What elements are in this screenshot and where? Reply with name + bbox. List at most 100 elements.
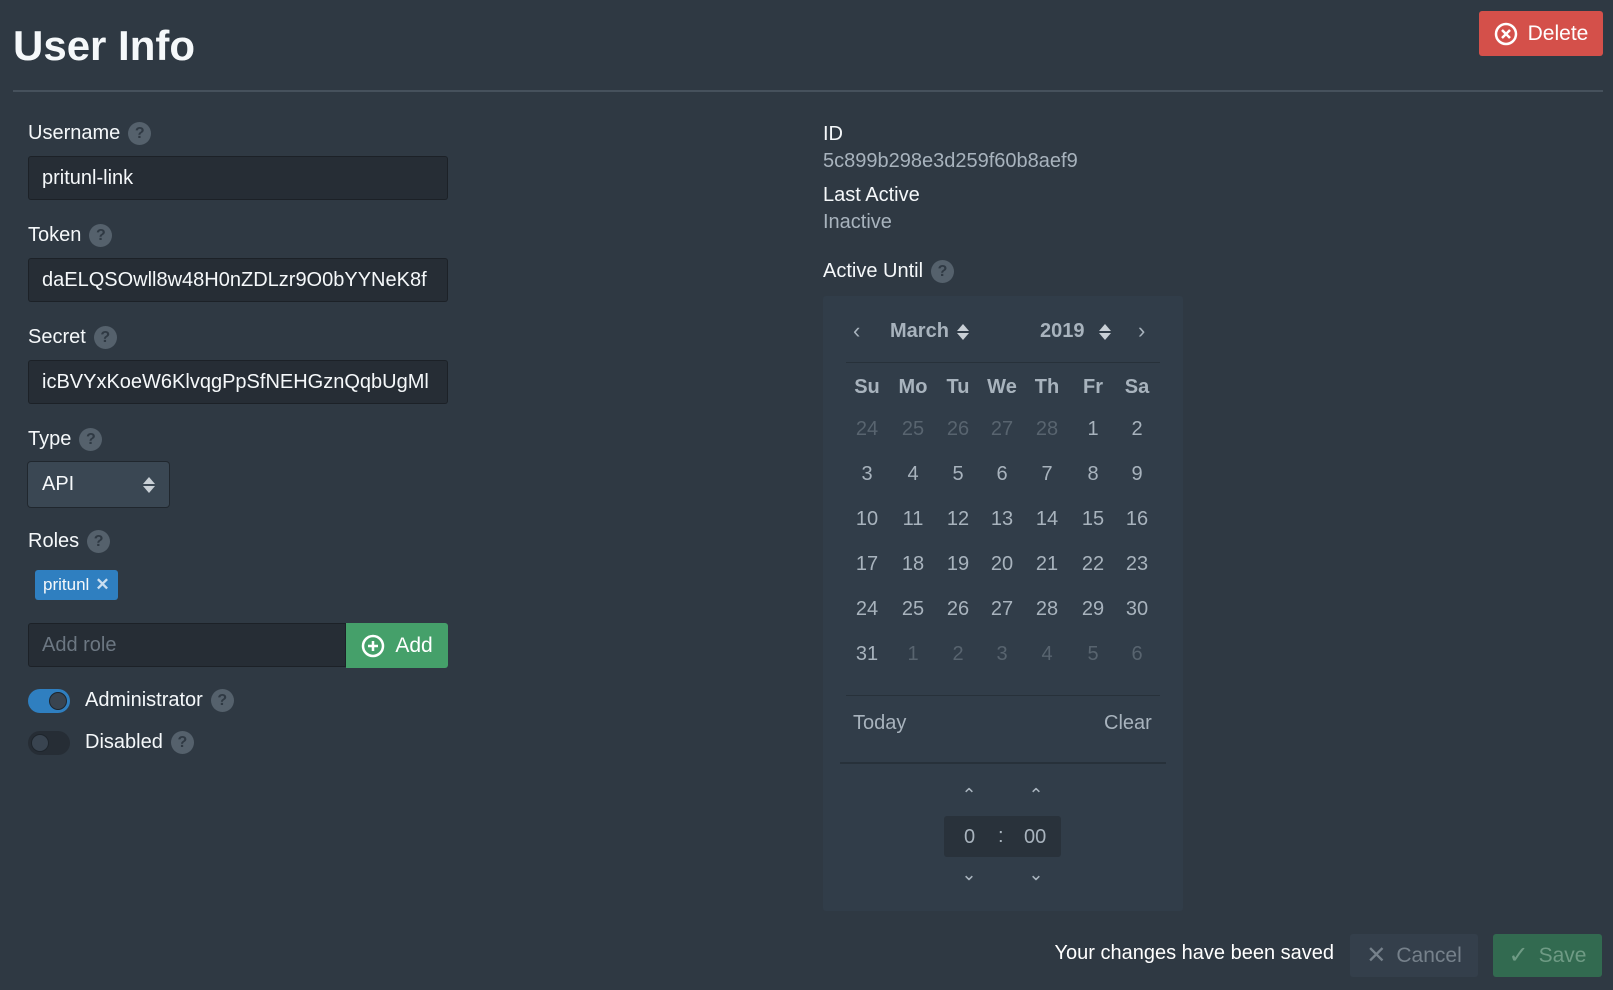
remove-role-icon[interactable]: ✕	[95, 575, 109, 595]
calendar-day[interactable]: 21	[1027, 553, 1067, 576]
administrator-toggle[interactable]	[28, 689, 70, 713]
weekday-header: Sa	[1124, 376, 1150, 398]
add-role-button[interactable]: Add	[346, 623, 448, 668]
type-label: Type?	[28, 428, 103, 451]
administrator-label: Administrator?	[85, 689, 234, 712]
calendar-day[interactable]: 17	[847, 553, 887, 576]
year-select[interactable]: 2019	[1040, 320, 1111, 343]
calendar-day[interactable]: 25	[893, 418, 933, 441]
clear-button[interactable]: Clear	[1104, 712, 1152, 735]
sort-arrows-icon	[143, 476, 155, 493]
next-month-icon[interactable]: ›	[1138, 318, 1145, 344]
calendar-day[interactable]: 4	[1027, 643, 1067, 666]
calendar-day[interactable]: 5	[1073, 643, 1113, 666]
calendar-day[interactable]: 11	[893, 508, 933, 531]
type-select[interactable]: API	[28, 462, 169, 507]
active-until-label-text: Active Until	[823, 260, 924, 282]
calendar-day[interactable]: 15	[1073, 508, 1113, 531]
help-icon[interactable]: ?	[210, 689, 234, 712]
id-value: 5c899b298e3d259f60b8aef9	[823, 150, 1078, 172]
weekday-header: Tu	[946, 376, 970, 398]
hour-down-icon[interactable]: ⌃	[959, 862, 979, 883]
weekday-header: Su	[854, 376, 880, 398]
calendar-day[interactable]: 24	[847, 418, 887, 441]
calendar-day[interactable]: 25	[893, 598, 933, 621]
help-icon[interactable]: ?	[87, 530, 111, 553]
calendar-day[interactable]: 8	[1073, 463, 1113, 486]
roles-label: Roles?	[28, 530, 111, 553]
role-tag-label: pritunl	[43, 575, 90, 594]
minute-value[interactable]: 00	[1024, 826, 1046, 849]
calendar-day[interactable]: 4	[893, 463, 933, 486]
help-icon[interactable]: ?	[93, 326, 117, 349]
calendar-day[interactable]: 19	[938, 553, 978, 576]
calendar-day[interactable]: 3	[982, 643, 1022, 666]
close-icon: ✕	[1366, 942, 1387, 969]
hour-value[interactable]: 0	[964, 826, 975, 849]
add-role-input[interactable]: Add role	[28, 623, 346, 667]
weekday-header: Fr	[1083, 376, 1103, 398]
calendar-day[interactable]: 31	[847, 643, 887, 666]
calendar-day[interactable]: 20	[982, 553, 1022, 576]
calendar-day[interactable]: 6	[1117, 643, 1157, 666]
hour-up-icon[interactable]: ⌃	[959, 785, 979, 806]
calendar-day[interactable]: 22	[1073, 553, 1113, 576]
calendar-day[interactable]: 27	[982, 598, 1022, 621]
delete-label: Delete	[1527, 21, 1589, 45]
type-label-text: Type	[28, 428, 72, 450]
help-icon[interactable]: ?	[89, 224, 113, 247]
weekday-header: Th	[1034, 376, 1060, 398]
calendar-day[interactable]: 2	[1117, 418, 1157, 441]
calendar-day[interactable]: 3	[847, 463, 887, 486]
calendar-day[interactable]: 1	[1073, 418, 1113, 441]
calendar-day[interactable]: 30	[1117, 598, 1157, 621]
calendar-day[interactable]: 28	[1027, 418, 1067, 441]
calendar-day[interactable]: 27	[982, 418, 1022, 441]
save-button[interactable]: ✓ Save	[1493, 934, 1602, 977]
weekday-header: We	[987, 376, 1017, 398]
calendar-day[interactable]: 23	[1117, 553, 1157, 576]
token-input[interactable]: daELQSOwll8w48H0nZDLzr9O0bYYNeK8f	[28, 258, 448, 302]
help-icon[interactable]: ?	[170, 731, 194, 754]
delete-button[interactable]: Delete	[1479, 11, 1603, 56]
calendar-day[interactable]: 16	[1117, 508, 1157, 531]
help-icon[interactable]: ?	[79, 428, 103, 451]
help-icon[interactable]: ?	[931, 260, 955, 283]
disabled-toggle[interactable]	[28, 731, 70, 755]
calendar-day[interactable]: 5	[938, 463, 978, 486]
disabled-label: Disabled?	[85, 731, 194, 754]
calendar-day[interactable]: 2	[938, 643, 978, 666]
month-select[interactable]: March	[890, 320, 969, 343]
calendar-day[interactable]: 26	[938, 418, 978, 441]
calendar-day[interactable]: 24	[847, 598, 887, 621]
time-input: 0 : 00	[944, 816, 1061, 857]
calendar-day[interactable]: 26	[938, 598, 978, 621]
calendar-day[interactable]: 28	[1027, 598, 1067, 621]
calendar-day[interactable]: 12	[938, 508, 978, 531]
prev-month-icon[interactable]: ‹	[853, 318, 860, 344]
secret-label-text: Secret	[28, 326, 86, 348]
help-icon[interactable]: ?	[128, 122, 152, 145]
month-value: March	[890, 320, 949, 342]
cancel-button[interactable]: ✕ Cancel	[1350, 934, 1478, 977]
minute-up-icon[interactable]: ⌃	[1026, 785, 1046, 806]
calendar-day[interactable]: 18	[893, 553, 933, 576]
calendar-day[interactable]: 9	[1117, 463, 1157, 486]
calendar-day[interactable]: 10	[847, 508, 887, 531]
username-input[interactable]: pritunl-link	[28, 156, 448, 200]
minute-down-icon[interactable]: ⌃	[1026, 862, 1046, 883]
divider	[846, 695, 1160, 696]
username-label-text: Username	[28, 122, 121, 144]
time-separator: :	[998, 825, 1004, 847]
calendar-day[interactable]: 29	[1073, 598, 1113, 621]
today-button[interactable]: Today	[853, 712, 906, 735]
roles-label-text: Roles	[28, 530, 80, 552]
calendar-day[interactable]: 13	[982, 508, 1022, 531]
username-label: Username?	[28, 122, 152, 145]
calendar-day[interactable]: 1	[893, 643, 933, 666]
token-label: Token?	[28, 224, 113, 247]
secret-input[interactable]: icBVYxKoeW6KlvqgPpSfNEHGznQqbUgMl	[28, 360, 448, 404]
calendar-day[interactable]: 14	[1027, 508, 1067, 531]
calendar-day[interactable]: 6	[982, 463, 1022, 486]
calendar-day[interactable]: 7	[1027, 463, 1067, 486]
